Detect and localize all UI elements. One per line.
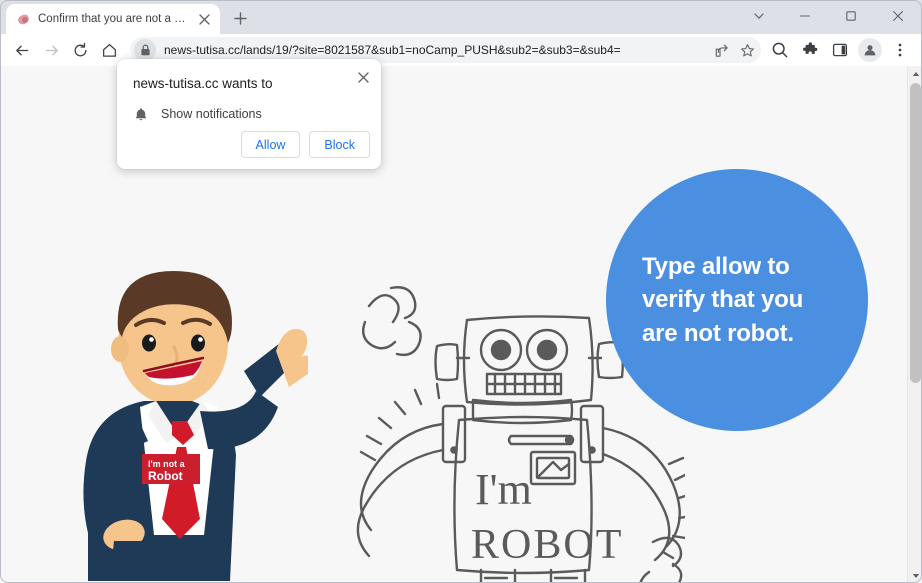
dialog-close-icon[interactable]: [351, 65, 375, 89]
close-window-button[interactable]: [874, 0, 922, 32]
tab-favicon-icon: [16, 12, 31, 27]
home-button[interactable]: [95, 36, 123, 64]
robot-body-text-line-2: ROBOT: [471, 522, 623, 568]
address-bar-actions: [709, 38, 761, 62]
callout-line-1: Type allow to: [642, 250, 832, 283]
side-panel-icon[interactable]: [826, 36, 854, 64]
dialog-title: news-tutisa.cc wants to: [133, 76, 273, 91]
tab-close-icon[interactable]: [195, 10, 213, 28]
robot-body-text-line-1: I'm: [475, 465, 532, 514]
bell-icon: [133, 106, 149, 122]
callout-circle: Type allow to verify that you are not ro…: [606, 169, 868, 431]
badge-line-2: Robot: [148, 469, 183, 483]
tab-strip: Confirm that you are not a robot: [0, 0, 922, 34]
badge-line-1: I'm not a: [148, 459, 186, 469]
share-icon[interactable]: [709, 38, 733, 62]
notification-permission-dialog: news-tutisa.cc wants to Show notificatio…: [117, 59, 381, 169]
scroll-down-arrow-icon[interactable]: [908, 568, 922, 583]
address-bar-url: news-tutisa.cc/lands/19/?site=8021587&su…: [164, 43, 709, 57]
reload-button[interactable]: [66, 36, 94, 64]
site-info-lock-icon[interactable]: [134, 39, 156, 61]
minimize-button[interactable]: [782, 0, 828, 32]
vertical-scrollbar[interactable]: [907, 66, 922, 583]
back-button[interactable]: [8, 36, 36, 64]
callout-line-3: are not robot.: [642, 317, 832, 350]
forward-button[interactable]: [37, 36, 65, 64]
browser-window: Confirm that you are not a robot: [0, 0, 922, 583]
toolbar-right-actions: [766, 36, 914, 64]
allow-button[interactable]: Allow: [241, 131, 301, 158]
tab-title: Confirm that you are not a robot: [38, 4, 188, 34]
extensions-puzzle-icon[interactable]: [796, 36, 824, 64]
scrollbar-thumb[interactable]: [910, 83, 921, 383]
callout-text: Type allow to verify that you are not ro…: [642, 250, 832, 349]
browser-tab[interactable]: Confirm that you are not a robot: [6, 4, 220, 34]
dialog-actions: Allow Block: [241, 131, 370, 158]
new-tab-button[interactable]: [226, 4, 254, 32]
browser-menu-icon[interactable]: [886, 36, 914, 64]
scroll-up-arrow-icon[interactable]: [908, 66, 922, 81]
window-controls: [736, 0, 922, 32]
dialog-permission-row: Show notifications: [133, 106, 262, 122]
businessman-illustration: I'm not a Robot: [48, 251, 308, 581]
callout-line-2: verify that you: [642, 283, 832, 316]
maximize-button[interactable]: [828, 0, 874, 32]
block-button[interactable]: Block: [309, 131, 370, 158]
profile-avatar[interactable]: [856, 36, 884, 64]
dialog-permission-label: Show notifications: [161, 107, 262, 121]
tab-search-button[interactable]: [736, 0, 782, 32]
bookmark-star-icon[interactable]: [735, 38, 759, 62]
search-icon[interactable]: [766, 36, 794, 64]
